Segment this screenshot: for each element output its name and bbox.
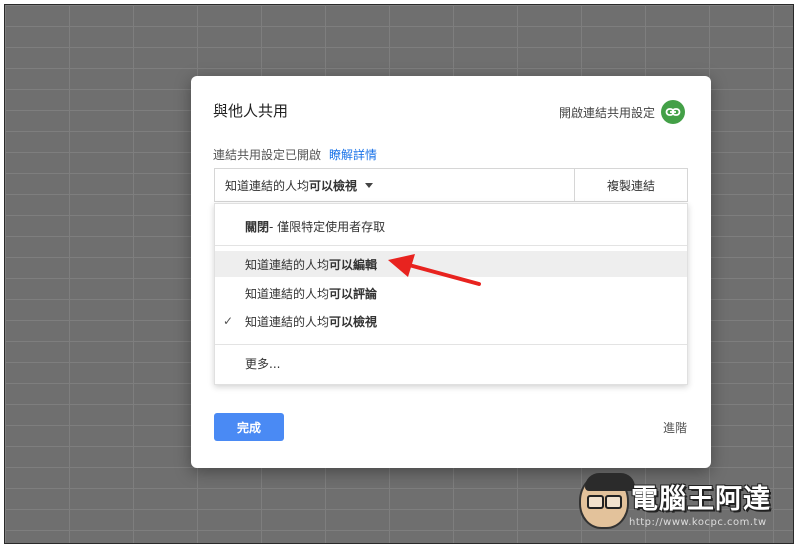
watermark-url: http://www.kocpc.com.tw xyxy=(629,517,767,528)
red-arrow-icon xyxy=(388,254,481,286)
watermark-logo: 電腦王阿達 http://www.kocpc.com.tw xyxy=(573,473,793,535)
spreadsheet-background: 與他人共用 開啟連結共用設定 連結共用設定已開啟 瞭解詳情 知道連結的人均 可以檢視… xyxy=(4,4,794,544)
mascot-face-icon xyxy=(579,473,635,529)
watermark-text: 電腦王阿達 xyxy=(631,484,771,515)
